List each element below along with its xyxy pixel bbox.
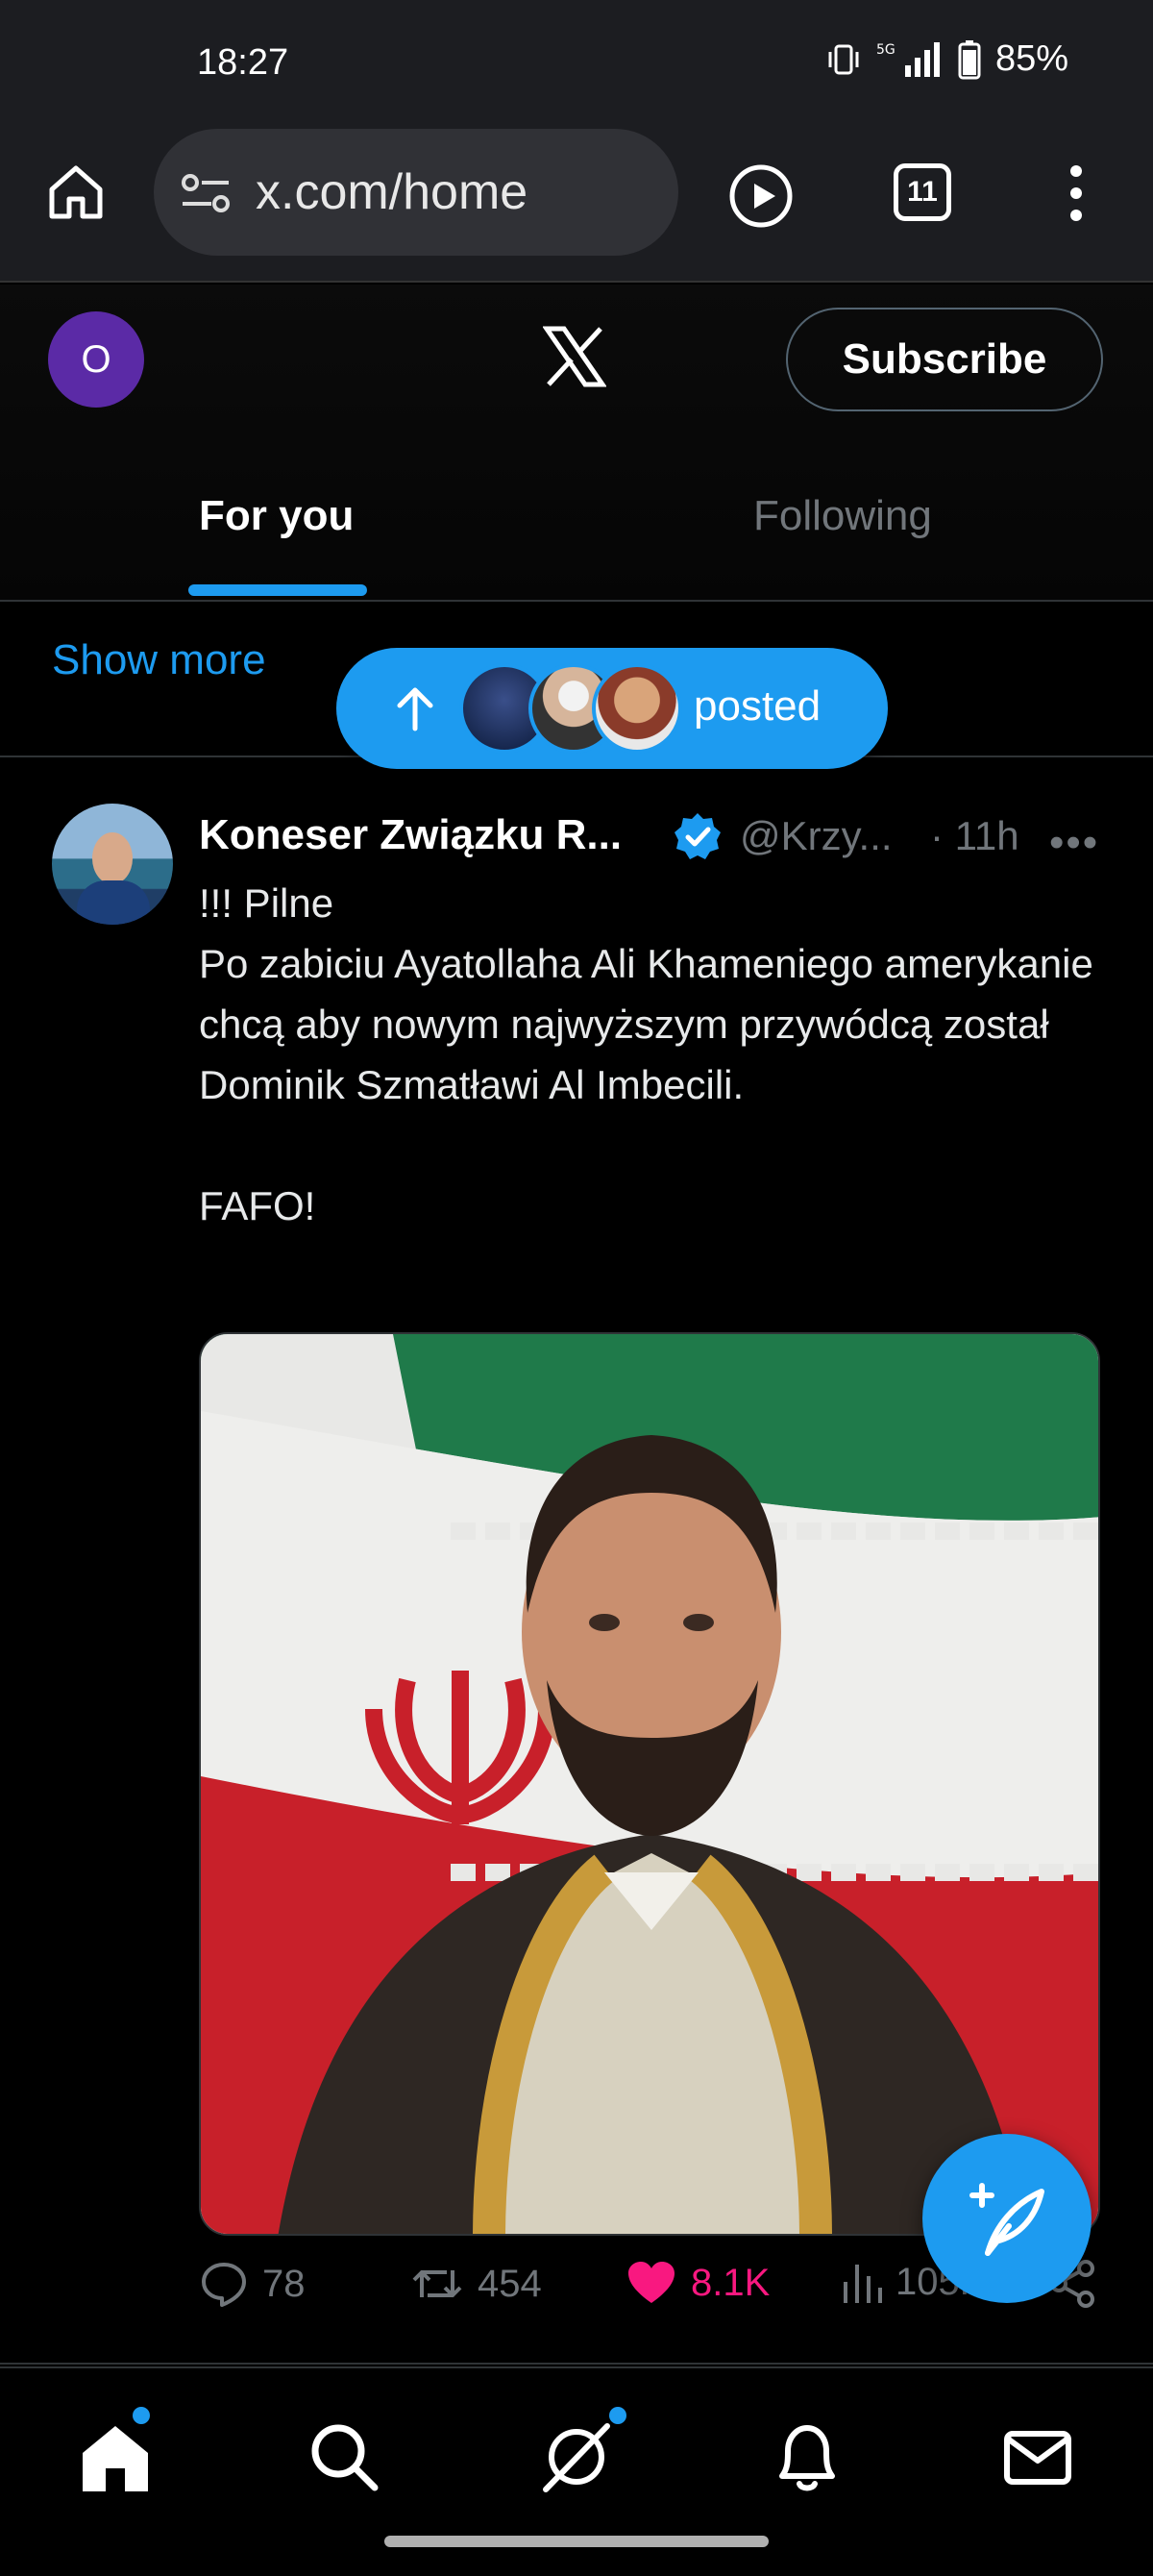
grok-badge-dot [609, 2407, 626, 2424]
active-tab-indicator [188, 584, 367, 596]
tweet[interactable]: Koneser Związku R... @Krzy... · 11h ••• … [0, 759, 1153, 2365]
mail-icon [1004, 2431, 1071, 2485]
site-settings-icon[interactable] [179, 171, 233, 215]
repost-icon [412, 2270, 462, 2297]
more-options-icon[interactable]: ••• [1049, 819, 1099, 867]
tab-count: 11 [907, 176, 938, 208]
search-icon [311, 2424, 379, 2491]
reply-icon [202, 2263, 246, 2307]
new-posts-label: posted [694, 682, 822, 730]
nav-home[interactable] [77, 2407, 154, 2495]
subscribe-button[interactable]: Subscribe [786, 308, 1103, 411]
home-badge-dot [133, 2407, 150, 2424]
nav-notifications[interactable] [769, 2418, 846, 2495]
new-posts-pill[interactable]: posted [336, 648, 888, 769]
tab-switcher-button[interactable]: 11 [894, 163, 951, 221]
status-bar: 18:27 5G 85% [0, 0, 1153, 129]
vibrate-icon [828, 44, 859, 74]
repost-count: 454 [478, 2262, 542, 2305]
tweet-time[interactable]: · 11h [930, 813, 1019, 859]
battery-icon [958, 39, 981, 79]
arrow-up-icon [397, 687, 433, 731]
nav-grok[interactable] [538, 2407, 626, 2495]
like-button[interactable]: 8.1K [626, 2259, 770, 2307]
media-play-icon[interactable] [727, 162, 795, 230]
pill-avatar [592, 663, 682, 754]
author-avatar[interactable] [52, 804, 173, 925]
bell-icon [779, 2425, 835, 2491]
views-icon [844, 2265, 882, 2303]
tweet-text: !!! Pilne Po zabiciu Ayatollaha Ali Kham… [199, 880, 1093, 1228]
nav-messages[interactable] [999, 2418, 1076, 2495]
author-handle[interactable]: @Krzy... [740, 813, 893, 859]
address-bar[interactable]: x.com/home [154, 129, 678, 256]
x-logo-icon[interactable] [543, 325, 606, 388]
author-name[interactable]: Koneser Związku R... [199, 811, 622, 859]
browser-toolbar: x.com/home 11 [0, 129, 1153, 283]
verified-badge-icon [675, 813, 721, 859]
x-header: O Subscribe For you Following [0, 285, 1153, 602]
repost-button[interactable]: 454 [410, 2259, 542, 2309]
portrait-photo [201, 1334, 1098, 2234]
heart-icon [628, 2262, 675, 2303]
tab-for-you[interactable]: For you [199, 492, 354, 540]
tab-following[interactable]: Following [753, 492, 932, 540]
profile-avatar[interactable]: O [48, 311, 144, 408]
like-count: 8.1K [691, 2261, 771, 2304]
show-more-row: Show more posted [0, 604, 1153, 769]
tweet-media[interactable] [199, 1332, 1100, 2236]
compose-feather-icon [969, 2183, 1044, 2256]
home-icon [83, 2426, 148, 2491]
battery-percent: 85% [994, 38, 1068, 79]
status-time: 18:27 [197, 42, 289, 83]
grok-icon [543, 2423, 610, 2492]
signal-icon: 5G [876, 41, 940, 77]
reply-button[interactable]: 78 [199, 2259, 306, 2309]
compose-post-button[interactable] [922, 2134, 1092, 2303]
show-more-link[interactable]: Show more [52, 636, 266, 684]
url-text[interactable]: x.com/home [256, 163, 527, 221]
browser-menu-icon[interactable] [1057, 161, 1095, 225]
browser-home-icon[interactable] [44, 161, 108, 224]
nav-search[interactable] [306, 2418, 382, 2495]
gesture-home-indicator[interactable] [384, 2536, 769, 2547]
status-icons: 5G 85% [824, 38, 1068, 80]
reply-count: 78 [262, 2262, 306, 2305]
svg-text:5G: 5G [876, 42, 895, 58]
